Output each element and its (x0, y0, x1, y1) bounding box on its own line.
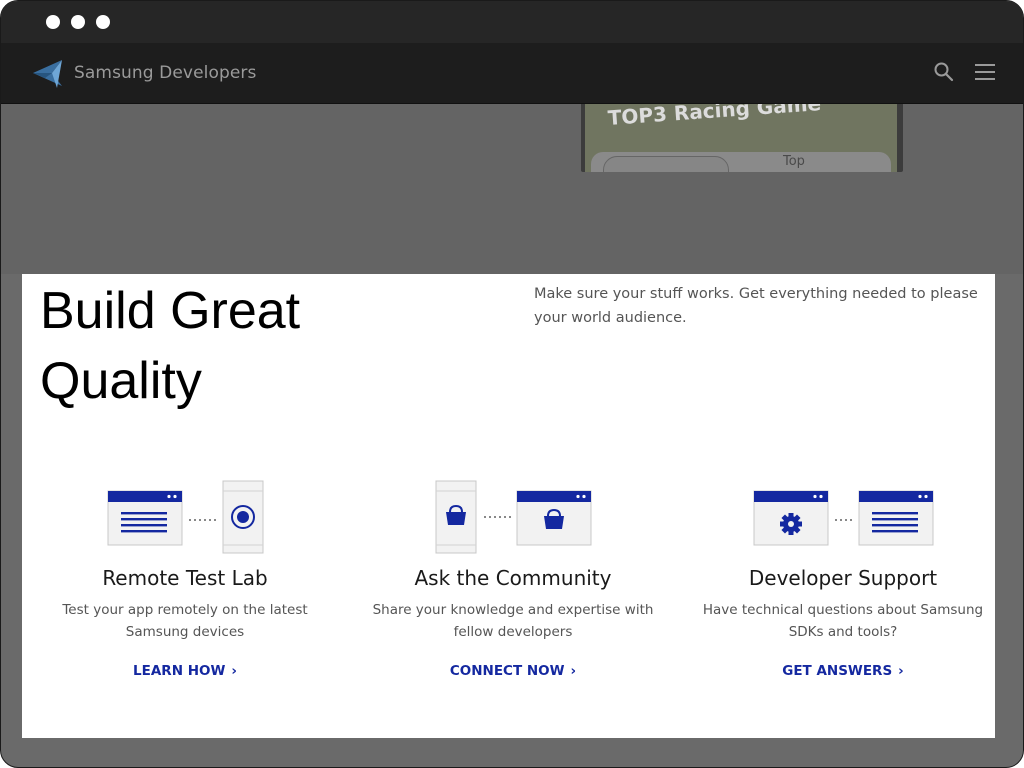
browser-window: Samsung Developers TOP3 Racing Game Top … (0, 0, 1024, 768)
phone-screen: TOP3 Racing Game Top (585, 104, 897, 172)
card-ask-the-community: Ask the Community Share your knowledge a… (352, 479, 674, 679)
window-control-dot[interactable] (96, 15, 110, 29)
card-description: Have technical questions about Samsung S… (702, 602, 984, 640)
samsung-developers-logo-icon[interactable] (31, 56, 65, 90)
phone-mockup: TOP3 Racing Game Top (581, 104, 903, 172)
learn-how-link[interactable]: LEARN HOW › (133, 663, 237, 679)
window-control-dot[interactable] (71, 15, 85, 29)
chevron-right-icon: › (231, 663, 237, 679)
card-title: Ask the Community (414, 566, 612, 590)
link-label: LEARN HOW (133, 663, 226, 679)
section-intro: Make sure your stuff works. Get everythi… (534, 286, 978, 326)
window-control-dot[interactable] (46, 15, 60, 29)
card-remote-test-lab: Remote Test Lab Test your app remotely o… (24, 479, 346, 679)
connect-now-link[interactable]: CONNECT NOW › (450, 663, 576, 679)
title-bar (1, 1, 1023, 43)
developer-support-icon (753, 490, 934, 546)
chevron-right-icon: › (570, 663, 577, 679)
section-heading: Build Great Quality (40, 282, 301, 410)
game-top-label: Top (783, 154, 805, 169)
brand-name[interactable]: Samsung Developers (74, 63, 256, 83)
community-icon (435, 480, 592, 554)
hamburger-menu-icon[interactable] (973, 61, 997, 83)
link-label: GET ANSWERS (782, 663, 893, 679)
chevron-right-icon: › (898, 663, 904, 679)
card-description: Test your app remotely on the latest Sam… (62, 602, 308, 640)
game-title: TOP3 Racing Game (607, 104, 822, 130)
get-answers-link[interactable]: GET ANSWERS › (782, 663, 904, 679)
card-title: Developer Support (748, 566, 938, 590)
search-icon[interactable] (933, 61, 955, 83)
remote-test-lab-icon (107, 480, 264, 554)
link-label: CONNECT NOW (449, 663, 565, 679)
card-developer-support: Developer Support Have technical questio… (682, 479, 1004, 679)
card-title: Remote Test Lab (102, 566, 268, 590)
game-pill (603, 156, 729, 172)
card-description: Share your knowledge and expertise with … (372, 602, 654, 640)
build-quality-section: Build Great Quality Make sure your stuff … (22, 274, 995, 738)
site-header: Samsung Developers (1, 43, 1023, 104)
